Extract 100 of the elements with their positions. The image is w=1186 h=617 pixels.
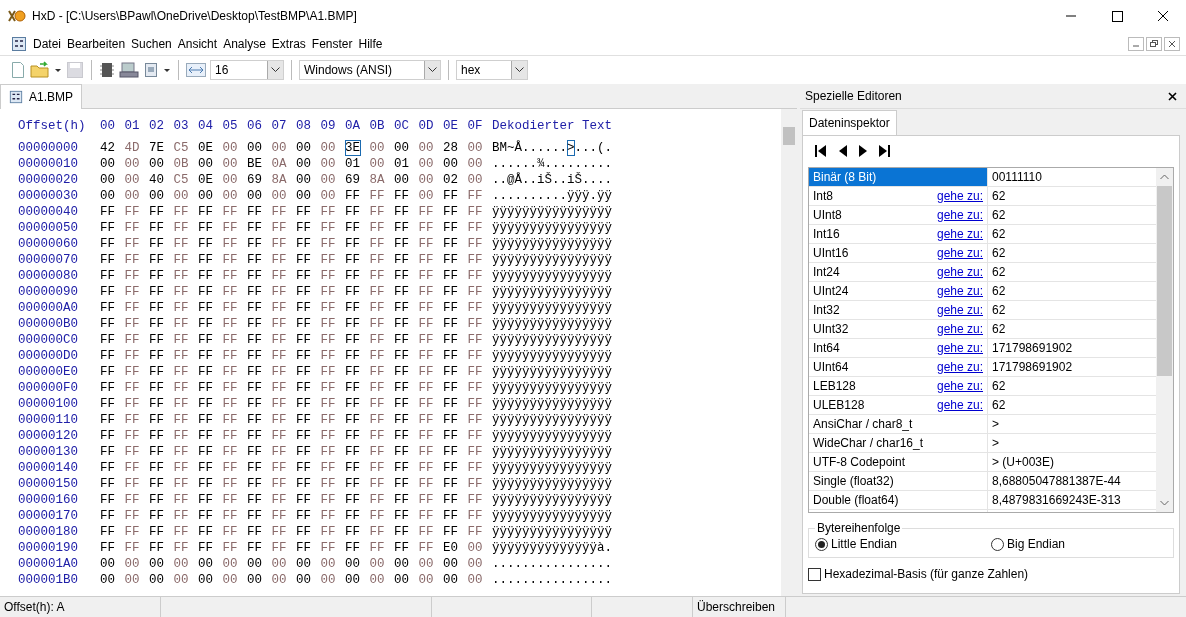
byte-cell[interactable]: FF: [222, 316, 247, 332]
byte-cell[interactable]: FF: [296, 444, 321, 460]
byte-cell[interactable]: FF: [369, 204, 394, 220]
byte-cell[interactable]: FF: [100, 316, 125, 332]
byte-cell[interactable]: FF: [100, 284, 125, 300]
byte-cell[interactable]: C5: [173, 140, 198, 156]
restore-button[interactable]: [1146, 36, 1162, 51]
byte-cell[interactable]: FF: [100, 444, 125, 460]
byte-cell[interactable]: FF: [222, 364, 247, 380]
byte-cell[interactable]: 01: [394, 156, 419, 172]
byte-cell[interactable]: FF: [100, 412, 125, 428]
byte-cell[interactable]: FF: [394, 524, 419, 540]
byte-cell[interactable]: BE: [247, 156, 272, 172]
byte-cell[interactable]: FF: [271, 316, 296, 332]
byte-cell[interactable]: FF: [369, 236, 394, 252]
scrollbar[interactable]: [781, 109, 797, 596]
byte-cell[interactable]: FF: [198, 316, 223, 332]
field-name-cell[interactable]: LEB128 gehe zu:: [809, 377, 988, 395]
byte-cell[interactable]: FF: [149, 284, 174, 300]
byte-cell[interactable]: FF: [320, 492, 345, 508]
byte-cell[interactable]: FF: [394, 188, 419, 204]
byte-cell[interactable]: FF: [443, 332, 468, 348]
byte-cell[interactable]: E0: [443, 540, 468, 556]
byte-cell[interactable]: 00: [467, 540, 492, 556]
byte-cell[interactable]: 00: [467, 572, 492, 588]
byte-cell[interactable]: FF: [124, 348, 149, 364]
goto-link[interactable]: gehe zu:: [936, 303, 983, 317]
byte-cell[interactable]: FF: [198, 332, 223, 348]
byte-cell[interactable]: 00: [247, 188, 272, 204]
byte-cell[interactable]: 0E: [198, 140, 223, 156]
byte-cell[interactable]: FF: [467, 396, 492, 412]
byte-cell[interactable]: FF: [149, 252, 174, 268]
byte-cell[interactable]: FF: [345, 540, 370, 556]
byte-cell[interactable]: FF: [198, 252, 223, 268]
goto-link[interactable]: gehe zu:: [936, 208, 983, 222]
byte-cell[interactable]: FF: [418, 444, 443, 460]
byte-cell[interactable]: FF: [222, 492, 247, 508]
byte-cell[interactable]: FF: [173, 380, 198, 396]
field-name-cell[interactable]: Int24 gehe zu:: [809, 263, 988, 281]
goto-link[interactable]: gehe zu:: [936, 189, 983, 203]
byte-cell[interactable]: FF: [222, 332, 247, 348]
byte-cell[interactable]: 00: [443, 572, 468, 588]
byte-cell[interactable]: FF: [222, 268, 247, 284]
byte-cell[interactable]: FF: [369, 396, 394, 412]
field-name-cell[interactable]: Single (float32): [809, 472, 988, 490]
byte-cell[interactable]: FF: [467, 220, 492, 236]
byte-cell[interactable]: FF: [124, 396, 149, 412]
checkbox[interactable]: [808, 567, 821, 581]
byte-cell[interactable]: FF: [443, 316, 468, 332]
byte-cell[interactable]: FF: [198, 268, 223, 284]
radio-button[interactable]: [815, 537, 828, 551]
byte-cell[interactable]: 00: [320, 172, 345, 188]
byte-cell[interactable]: FF: [320, 332, 345, 348]
byte-cell[interactable]: 00: [418, 156, 443, 172]
byte-cell[interactable]: FF: [296, 316, 321, 332]
byte-cell[interactable]: FF: [467, 364, 492, 380]
byte-cell[interactable]: FF: [173, 332, 198, 348]
byte-cell[interactable]: FF: [345, 300, 370, 316]
byte-cell[interactable]: FF: [296, 300, 321, 316]
byte-cell[interactable]: FF: [345, 492, 370, 508]
byte-cell[interactable]: FF: [100, 204, 125, 220]
byte-cell[interactable]: FF: [443, 492, 468, 508]
byte-cell[interactable]: FF: [271, 508, 296, 524]
byte-cell[interactable]: FF: [247, 284, 272, 300]
byte-cell[interactable]: FF: [271, 220, 296, 236]
byte-cell[interactable]: FF: [198, 508, 223, 524]
byte-cell[interactable]: FF: [369, 460, 394, 476]
byte-cell[interactable]: FF: [443, 380, 468, 396]
byte-cell[interactable]: FF: [173, 492, 198, 508]
byte-cell[interactable]: 69: [345, 172, 370, 188]
byte-cell[interactable]: FF: [247, 396, 272, 412]
byte-cell[interactable]: 00: [100, 172, 125, 188]
byte-cell[interactable]: FF: [271, 460, 296, 476]
byte-cell[interactable]: FF: [124, 476, 149, 492]
byte-cell[interactable]: FF: [149, 508, 174, 524]
byte-cell[interactable]: FF: [271, 396, 296, 412]
byte-cell[interactable]: FF: [222, 300, 247, 316]
byte-cell[interactable]: FF: [100, 540, 125, 556]
field-name-cell[interactable]: UInt64 gehe zu:: [809, 358, 988, 376]
byte-cell[interactable]: FF: [320, 380, 345, 396]
byte-cell[interactable]: FF: [173, 204, 198, 220]
byte-cell[interactable]: FF: [198, 492, 223, 508]
byte-cell[interactable]: FF: [394, 268, 419, 284]
byte-cell[interactable]: FF: [247, 524, 272, 540]
last-icon[interactable]: [878, 144, 892, 158]
byte-cell[interactable]: FF: [271, 364, 296, 380]
byte-cell[interactable]: FF: [173, 300, 198, 316]
byte-cell[interactable]: FF: [222, 380, 247, 396]
byte-cell[interactable]: 00: [222, 140, 247, 156]
byte-cell[interactable]: FF: [271, 476, 296, 492]
byte-cell[interactable]: 3E: [345, 140, 361, 156]
field-name-cell[interactable]: WideChar / char16_t: [809, 434, 988, 452]
byte-cell[interactable]: FF: [418, 380, 443, 396]
byte-cell[interactable]: FF: [394, 460, 419, 476]
byte-cell[interactable]: 00: [222, 172, 247, 188]
byte-cell[interactable]: FF: [320, 236, 345, 252]
byte-cell[interactable]: FF: [173, 348, 198, 364]
byte-cell[interactable]: FF: [247, 476, 272, 492]
byte-cell[interactable]: FF: [124, 220, 149, 236]
byte-cell[interactable]: FF: [247, 252, 272, 268]
